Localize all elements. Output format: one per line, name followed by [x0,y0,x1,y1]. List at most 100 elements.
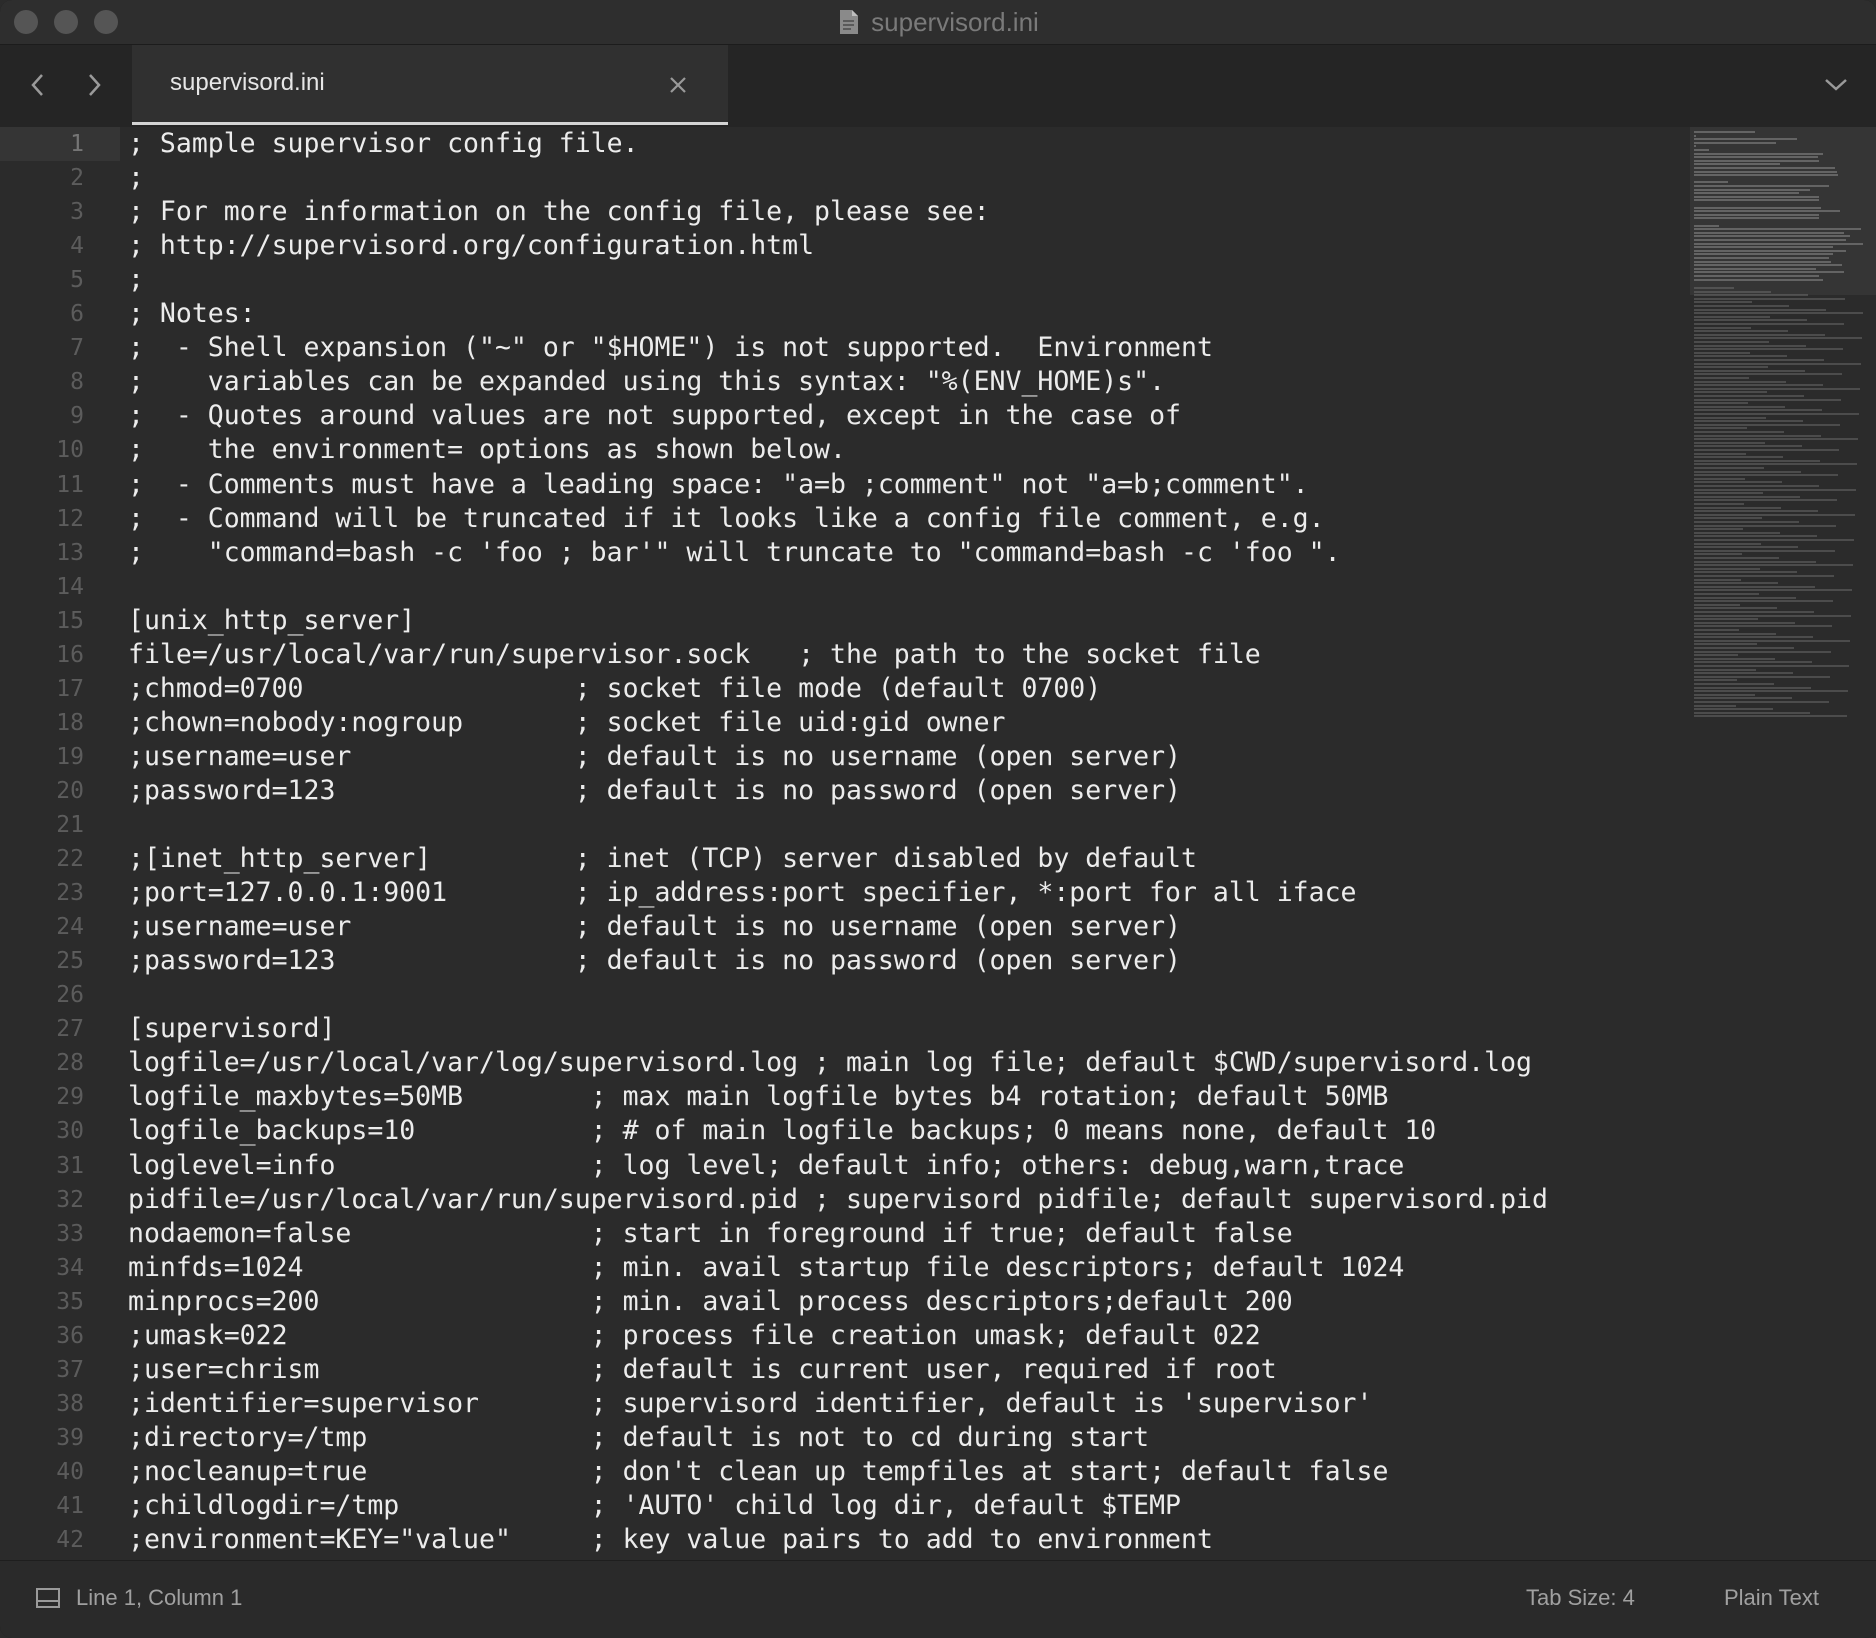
minimap-line [1694,553,1742,556]
line-number: 34 [56,1254,84,1281]
chevron-left-icon[interactable] [20,65,56,105]
line-number: 42 [56,1527,84,1554]
minimap-line [1694,362,1861,365]
minimap[interactable] [1690,127,1876,1561]
editor-window: supervisord.ini supervisord.ini 1 2 3 4 … [0,0,1876,1638]
line-number: 16 [56,641,84,668]
code-line[interactable]: ; [128,263,144,297]
code-line[interactable]: ; "command=bash -c 'foo ; bar'" will tru… [128,536,1341,570]
code-line[interactable]: ; http://supervisord.org/configuration.h… [128,229,814,263]
chevron-right-icon[interactable] [76,65,112,105]
minimap-line [1694,481,1782,484]
minimap-line [1694,355,1787,358]
window-title: supervisord.ini [871,6,1039,37]
minimap-line [1694,167,1835,169]
tab-supervisord-ini[interactable]: supervisord.ini [132,45,728,125]
minimap-line [1694,488,1856,491]
code-line[interactable]: ;umask=022 ; process file creation umask… [128,1319,1261,1353]
minimap-line [1694,271,1845,274]
minimap-line [1694,391,1767,394]
code-line[interactable]: ; the environment= options as shown belo… [128,433,846,467]
minimap-line [1694,427,1747,430]
minimap-line [1694,467,1764,469]
line-number: 40 [56,1458,84,1485]
minimap-line [1694,134,1696,137]
minimap-line [1694,249,1846,252]
cursor-position[interactable]: Line 1, Column 1 [76,1585,242,1611]
code-line[interactable]: ; - Command will be truncated if it look… [128,502,1325,536]
minimap-line [1694,145,1696,148]
minimap-line [1694,715,1847,718]
minimap-line [1694,665,1849,667]
code-line[interactable]: minfds=1024 ; min. avail startup file de… [128,1251,1404,1285]
code-line[interactable]: ; variables can be expanded using this s… [128,365,1165,399]
code-line[interactable]: ; - Comments must have a leading space: … [128,468,1309,502]
minimap-line [1694,423,1840,426]
editor-area[interactable]: 1 2 3 4 5 6 7 8 9 10 11 12 13 14 15 16 17 18 19 20 21 22 23 24 2… [0,127,1876,1561]
code-line[interactable]: ;directory=/tmp ; default is not to cd d… [128,1421,1149,1455]
minimap-line [1694,344,1806,347]
minimap-line [1694,348,1843,351]
code-line[interactable]: ;port=127.0.0.1:9001 ; ip_address:port s… [128,876,1357,910]
code-line[interactable]: logfile=/usr/local/var/log/supervisord.l… [128,1046,1532,1080]
line-number: 20 [56,777,84,804]
minimap-line [1694,510,1818,513]
minimap-line [1694,582,1778,585]
minimap-line [1694,690,1848,693]
minimap-line [1694,264,1843,267]
code-line[interactable]: logfile_maxbytes=50MB ; max main logfile… [128,1080,1388,1114]
code-line[interactable]: ;identifier=supervisor ; supervisord ide… [128,1387,1372,1421]
code-line[interactable]: ;password=123 ; default is no password (… [128,774,1181,808]
line-number: 35 [56,1288,84,1315]
code-line[interactable]: ;user=chrism ; default is current user, … [128,1353,1277,1387]
minimap-line [1694,290,1771,293]
code-line[interactable]: ; Notes: [128,297,256,331]
chevron-down-icon[interactable] [1816,65,1856,105]
minimap-line [1694,287,1734,289]
code-line[interactable]: ;password=123 ; default is no password (… [128,944,1181,978]
code-line[interactable]: [supervisord] [128,1012,335,1046]
minimap-line [1694,546,1798,549]
title-bar: supervisord.ini [0,0,1876,45]
minimap-line [1694,650,1831,653]
code-line[interactable]: file=/usr/local/var/run/supervisor.sock … [128,638,1261,672]
code-line[interactable]: ;nocleanup=true ; don't clean up tempfil… [128,1455,1388,1489]
tab-size-selector[interactable]: Tab Size: 4 [1526,1585,1635,1611]
code-line[interactable]: ;[inet_http_server] ; inet (TCP) server … [128,842,1197,876]
minimap-line [1694,380,1786,383]
minimap-line [1694,535,1817,538]
minimap-line [1694,308,1826,311]
minimap-line [1694,235,1850,238]
minimap-line [1694,672,1793,675]
code-line[interactable]: ; - Shell expansion ("~" or "$HOME") is … [128,331,1213,365]
line-number: 38 [56,1390,84,1417]
code-line[interactable]: ; - Quotes around values are not support… [128,399,1181,433]
code-line[interactable]: [unix_http_server] [128,604,415,638]
close-icon[interactable] [662,69,694,101]
panel-toggle-icon[interactable] [36,1587,60,1611]
minimap-line [1694,267,1816,270]
minimap-line [1694,213,1820,216]
code-content[interactable]: ; Sample supervisor config file.;; For m… [128,127,1658,1561]
code-line[interactable]: loglevel=info ; log level; default info;… [128,1149,1404,1183]
code-line[interactable]: ;chmod=0700 ; socket file mode (default … [128,672,1101,706]
code-line[interactable]: ;username=user ; default is no username … [128,910,1181,944]
code-line[interactable]: ; Sample supervisor config file. [128,127,639,161]
minimap-line [1694,521,1799,523]
minimap-line [1694,686,1811,689]
code-line[interactable]: ;chown=nobody:nogroup ; socket file uid:… [128,706,1006,740]
minimap-line [1694,242,1864,245]
code-line[interactable]: ;childlogdir=/tmp ; 'AUTO' child log dir… [128,1489,1181,1523]
line-number: 28 [56,1050,84,1077]
code-line[interactable]: logfile_backups=10 ; # of main logfile b… [128,1114,1436,1148]
code-line[interactable]: ; [128,161,144,195]
code-line[interactable]: nodaemon=false ; start in foreground if … [128,1217,1293,1251]
code-line[interactable]: minprocs=200 ; min. avail process descri… [128,1285,1293,1319]
code-line[interactable]: ;environment=KEY="value" ; key value pai… [128,1523,1213,1557]
line-number: 7 [70,335,84,362]
syntax-selector[interactable]: Plain Text [1724,1585,1819,1611]
code-line[interactable]: ; For more information on the config fil… [128,195,990,229]
minimap-line [1694,228,1862,231]
code-line[interactable]: ;username=user ; default is no username … [128,740,1181,774]
code-line[interactable]: pidfile=/usr/local/var/run/supervisord.p… [128,1183,1548,1217]
